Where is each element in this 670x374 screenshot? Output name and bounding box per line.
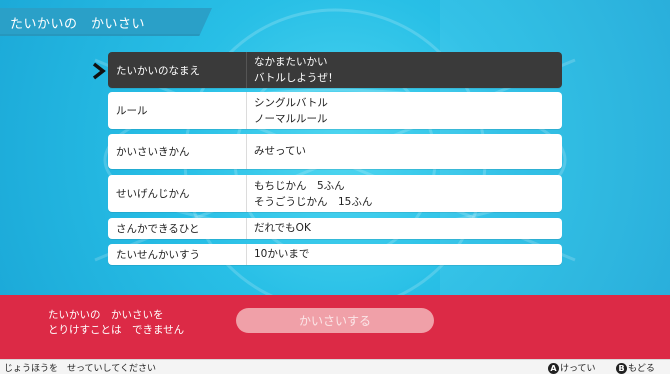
notice-text: たいかいの かいさいを とりけすことは できません bbox=[48, 309, 185, 336]
a-button-icon: A bbox=[548, 363, 559, 374]
row-value: なかまたいかい バトルしようぜ！ bbox=[254, 56, 339, 84]
back-control[interactable]: B もどる bbox=[616, 361, 655, 374]
row-label: たいせんかいすう bbox=[116, 249, 200, 261]
row-divider bbox=[246, 218, 247, 239]
row-value: シングルバトル ノーマルルール bbox=[254, 97, 328, 125]
host-tournament-label: かいさいする bbox=[298, 314, 371, 328]
row-label: かいさいきかん bbox=[116, 146, 190, 158]
confirm-control[interactable]: A けってい bbox=[548, 361, 596, 374]
row-divider bbox=[246, 175, 247, 212]
row-rule[interactable]: ルール シングルバトル ノーマルルール bbox=[108, 92, 562, 129]
host-tournament-button[interactable]: かいさいする bbox=[236, 308, 434, 333]
row-label: たいかいのなまえ bbox=[116, 65, 200, 77]
row-value: みせってい bbox=[254, 145, 306, 157]
row-time-limit[interactable]: せいげんじかん もちじかん 5ふん そうごうじかん 15ふん bbox=[108, 175, 562, 212]
footer-bar: じょうほうを せっていしてください A けってい B もどる bbox=[0, 359, 670, 374]
row-participants[interactable]: さんかできるひと だれでもOK bbox=[108, 218, 562, 239]
page-title: たいかいの かいさい bbox=[10, 17, 146, 32]
row-value: 10かいまで bbox=[254, 248, 310, 260]
row-divider bbox=[246, 52, 247, 88]
title-bar: たいかいの かいさい bbox=[0, 8, 212, 36]
row-divider bbox=[246, 92, 247, 129]
row-tournament-name[interactable]: たいかいのなまえ なかまたいかい バトルしようぜ！ bbox=[108, 52, 562, 88]
row-period[interactable]: かいさいきかん みせってい bbox=[108, 134, 562, 169]
row-label: せいげんじかん bbox=[116, 188, 190, 200]
b-button-icon: B bbox=[616, 363, 627, 374]
row-divider bbox=[246, 244, 247, 265]
row-label: さんかできるひと bbox=[116, 223, 200, 235]
row-battle-count[interactable]: たいせんかいすう 10かいまで bbox=[108, 244, 562, 265]
bottom-panel: たいかいの かいさいを とりけすことは できません かいさいする bbox=[0, 295, 670, 359]
row-label: ルール bbox=[116, 105, 148, 117]
footer-hint: じょうほうを せっていしてください bbox=[4, 364, 157, 374]
row-value: だれでもOK bbox=[254, 222, 311, 234]
row-divider bbox=[246, 134, 247, 169]
selection-cursor-icon bbox=[92, 62, 106, 80]
row-value: もちじかん 5ふん そうごうじかん 15ふん bbox=[254, 180, 373, 208]
